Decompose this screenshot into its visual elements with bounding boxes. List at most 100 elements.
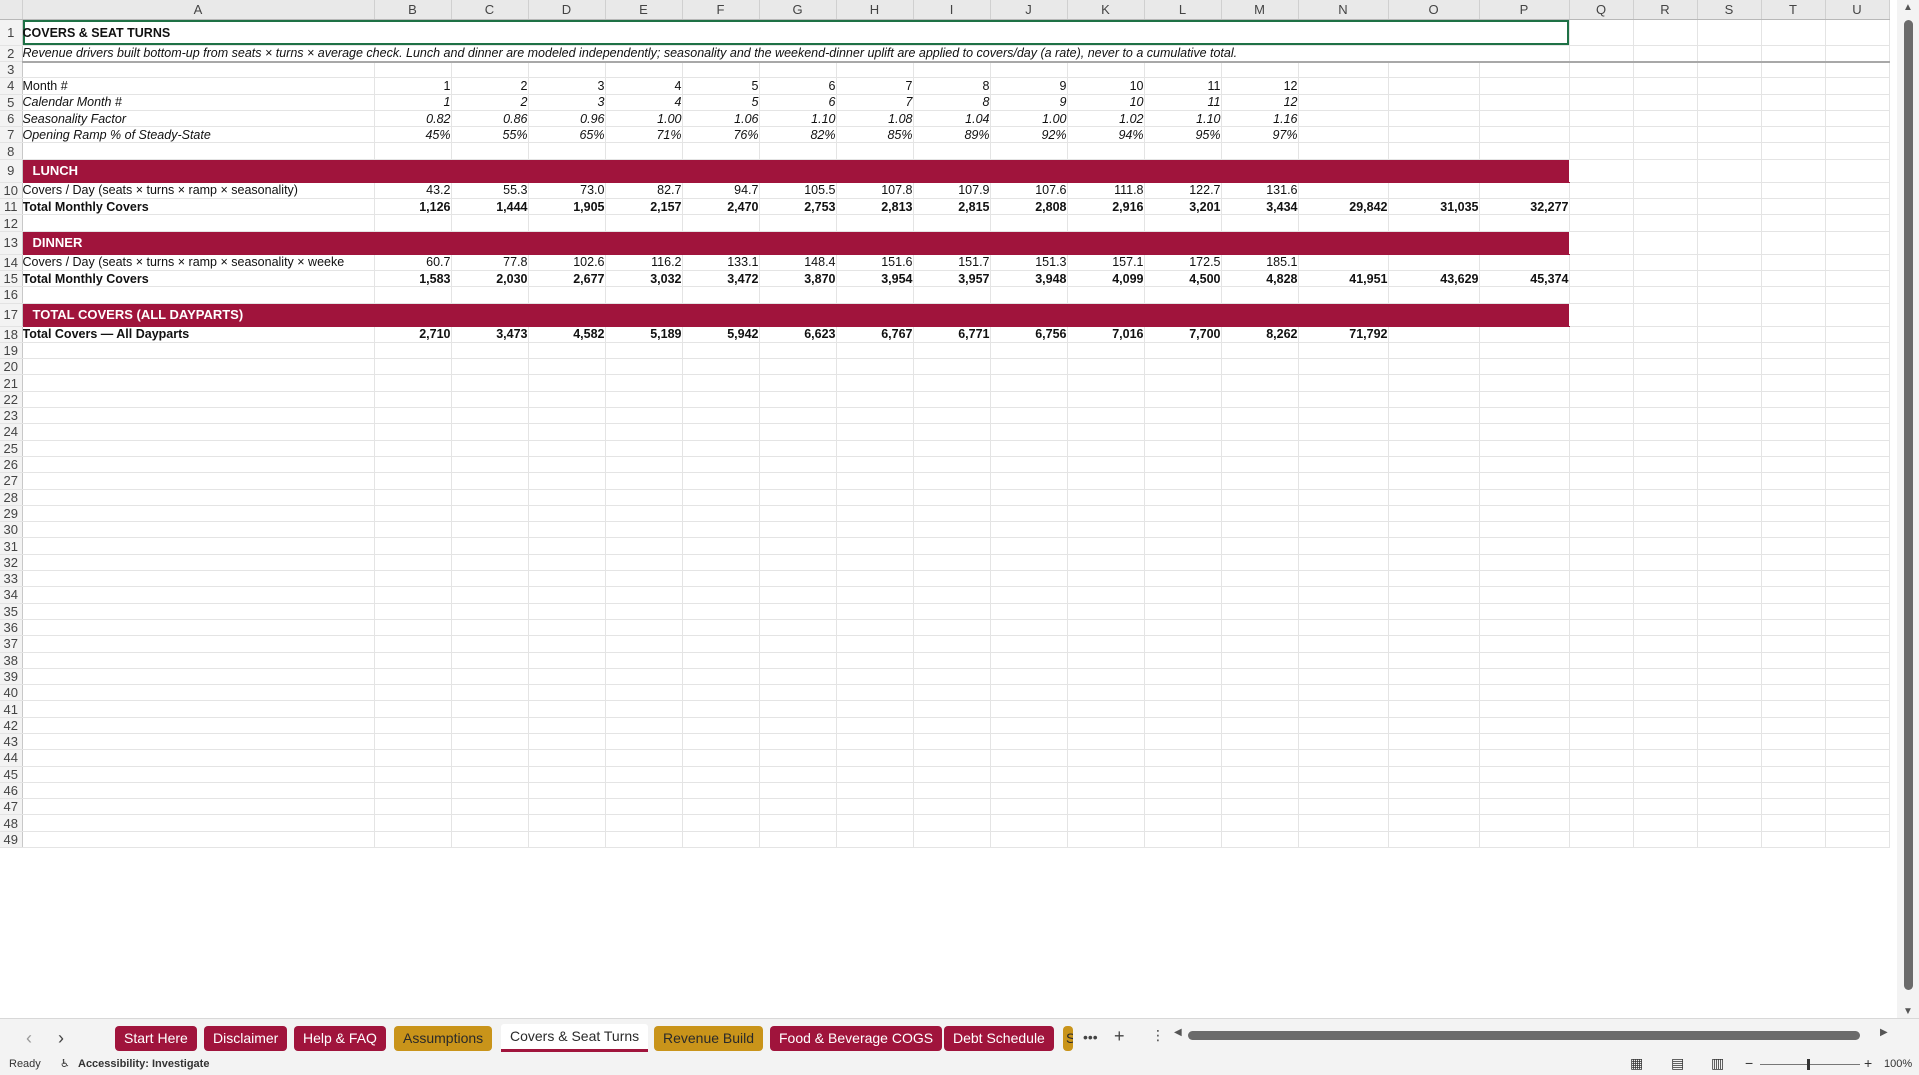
cell[interactable] xyxy=(451,668,529,686)
cell[interactable] xyxy=(1144,700,1222,718)
section-header-fill[interactable] xyxy=(913,303,990,327)
cell[interactable] xyxy=(682,619,760,637)
horizontal-scroll-thumb[interactable] xyxy=(1188,1031,1860,1040)
cell[interactable] xyxy=(1388,456,1480,474)
cell[interactable] xyxy=(1479,603,1570,620)
cell[interactable] xyxy=(1067,700,1145,718)
cell[interactable] xyxy=(990,505,1068,523)
cell[interactable] xyxy=(1298,668,1389,686)
cell[interactable] xyxy=(22,717,375,734)
cell[interactable] xyxy=(22,142,375,160)
cell[interactable] xyxy=(1633,603,1698,620)
cell[interactable] xyxy=(1298,407,1389,425)
cell[interactable] xyxy=(1569,358,1634,376)
cell[interactable] xyxy=(451,635,529,653)
cell[interactable] xyxy=(605,374,683,392)
cell[interactable] xyxy=(1067,505,1145,523)
cell[interactable] xyxy=(1633,717,1698,734)
cell[interactable] xyxy=(1633,19,1698,46)
cell[interactable] xyxy=(1761,45,1826,63)
cell[interactable] xyxy=(1144,717,1222,734)
cell[interactable] xyxy=(913,391,991,409)
cell[interactable] xyxy=(1298,61,1389,79)
cell[interactable] xyxy=(1067,286,1145,304)
cell[interactable] xyxy=(836,489,914,506)
column-header[interactable]: M xyxy=(1221,0,1299,20)
cell[interactable] xyxy=(605,749,683,767)
cell[interactable] xyxy=(1144,391,1222,409)
cell[interactable] xyxy=(913,652,991,669)
column-header[interactable]: H xyxy=(836,0,914,20)
cell[interactable] xyxy=(1633,423,1698,441)
cell[interactable] xyxy=(1825,537,1890,555)
cell[interactable] xyxy=(759,440,837,457)
value-cell[interactable]: 0.86 xyxy=(451,110,529,128)
cell[interactable] xyxy=(682,358,760,376)
cell[interactable] xyxy=(1298,391,1389,409)
row-header[interactable]: 33 xyxy=(0,570,23,588)
cell[interactable] xyxy=(1569,110,1634,128)
cell[interactable] xyxy=(1825,668,1890,686)
sheet-title[interactable]: COVERS & SEAT TURNS xyxy=(22,19,1570,46)
annual-total-cell[interactable] xyxy=(1298,182,1389,200)
section-header-fill[interactable] xyxy=(1221,231,1298,255)
section-header-fill[interactable] xyxy=(1221,159,1298,183)
value-cell[interactable]: 55% xyxy=(451,126,529,144)
cell[interactable] xyxy=(1761,77,1826,95)
cell[interactable] xyxy=(990,537,1068,555)
cell[interactable] xyxy=(913,733,991,751)
cell[interactable] xyxy=(1825,182,1890,200)
cell[interactable] xyxy=(451,61,529,79)
cell[interactable] xyxy=(1569,603,1634,620)
cell[interactable] xyxy=(1221,472,1299,490)
cell[interactable] xyxy=(1479,749,1570,767)
cell[interactable] xyxy=(1388,537,1480,555)
cell[interactable] xyxy=(1761,635,1826,653)
value-cell[interactable]: 1.10 xyxy=(759,110,837,128)
cell[interactable] xyxy=(1221,521,1299,539)
cell[interactable] xyxy=(1569,94,1634,111)
cell[interactable] xyxy=(1633,45,1698,63)
cell[interactable] xyxy=(1633,214,1698,232)
row-header[interactable]: 34 xyxy=(0,586,23,604)
value-cell[interactable]: 2,916 xyxy=(1067,198,1145,216)
cell[interactable] xyxy=(1761,798,1826,816)
cell[interactable] xyxy=(605,733,683,751)
cell[interactable] xyxy=(374,391,452,409)
cell[interactable] xyxy=(451,586,529,604)
cell[interactable] xyxy=(528,142,606,160)
cell[interactable] xyxy=(22,472,375,490)
cell[interactable] xyxy=(451,391,529,409)
cell[interactable] xyxy=(913,717,991,734)
cell[interactable] xyxy=(528,766,606,783)
cell[interactable] xyxy=(1697,110,1762,128)
value-cell[interactable]: 116.2 xyxy=(605,254,683,271)
cell[interactable] xyxy=(1825,391,1890,409)
cell[interactable] xyxy=(1388,733,1480,751)
cell[interactable] xyxy=(451,374,529,392)
cell[interactable] xyxy=(1761,159,1826,183)
cell[interactable] xyxy=(1761,749,1826,767)
row-header[interactable]: 9 xyxy=(0,159,23,183)
cell[interactable] xyxy=(759,456,837,474)
cell[interactable] xyxy=(1067,537,1145,555)
value-cell[interactable]: 60.7 xyxy=(374,254,452,271)
cell[interactable] xyxy=(1697,61,1762,79)
cell[interactable] xyxy=(990,423,1068,441)
cell[interactable] xyxy=(913,749,991,767)
cell[interactable] xyxy=(528,456,606,474)
row-header[interactable]: 12 xyxy=(0,214,23,232)
cell[interactable] xyxy=(990,214,1068,232)
row-header[interactable]: 27 xyxy=(0,472,23,490)
cell[interactable] xyxy=(1144,570,1222,588)
cell[interactable] xyxy=(451,684,529,702)
cell[interactable] xyxy=(1144,521,1222,539)
cell[interactable] xyxy=(605,619,683,637)
value-cell[interactable]: 12 xyxy=(1221,94,1299,111)
cell[interactable] xyxy=(990,489,1068,506)
cell[interactable] xyxy=(605,286,683,304)
value-cell[interactable]: 107.6 xyxy=(990,182,1068,200)
cell[interactable] xyxy=(1388,684,1480,702)
cell[interactable] xyxy=(1633,456,1698,474)
cell[interactable] xyxy=(836,570,914,588)
